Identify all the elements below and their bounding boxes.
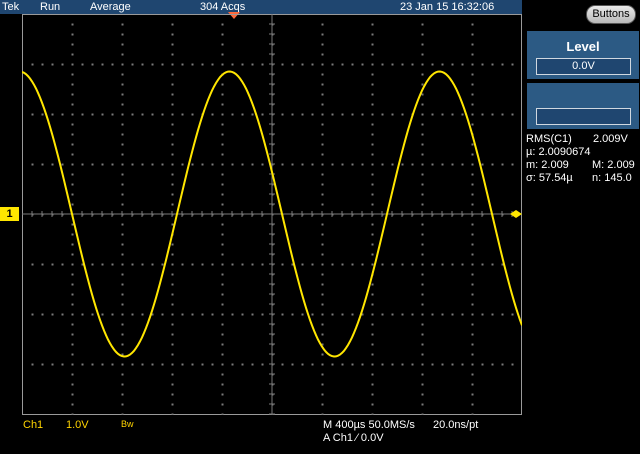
level-value-field[interactable]: 0.0V — [536, 58, 631, 75]
acquisition-mode: Average — [90, 1, 131, 13]
level-title: Level — [566, 39, 600, 54]
min-value: m: 2.009 — [526, 159, 569, 171]
brand-label: Tek — [2, 1, 20, 13]
rms-value: 2.009V — [593, 133, 628, 145]
trigger-label: A Ch1 ⁄ 0.0V — [323, 432, 384, 444]
blank-value-field[interactable] — [536, 108, 631, 125]
mean-value: µ: 2.0090674 — [526, 146, 591, 158]
sample-interval-label: 20.0ns/pt — [433, 419, 479, 431]
count-value: n: 145.0 — [592, 172, 632, 184]
buttons-button[interactable]: Buttons — [586, 5, 636, 24]
rms-label: RMS(C1) — [526, 133, 572, 145]
volts-per-div: 1.0V — [66, 419, 89, 431]
timebase-label: M 400µs 50.0MS/s — [323, 419, 415, 431]
bandwidth-limit-label: Bw — [121, 419, 134, 429]
channel-label: Ch1 — [23, 419, 44, 431]
max-value: M: 2.009 — [592, 159, 635, 171]
blank-panel[interactable] — [527, 83, 639, 129]
date-time: 23 Jan 15 16:32:06 — [400, 1, 495, 13]
graticule — [22, 14, 522, 415]
run-state: Run — [40, 1, 61, 13]
status-bar: Tek Run Average 304 Acqs 23 Jan 15 16:32… — [0, 0, 522, 14]
level-panel[interactable]: Level 0.0V — [527, 31, 639, 79]
std-dev-value: σ: 57.54µ — [526, 172, 573, 184]
channel-1-marker[interactable]: 1 — [0, 207, 19, 221]
